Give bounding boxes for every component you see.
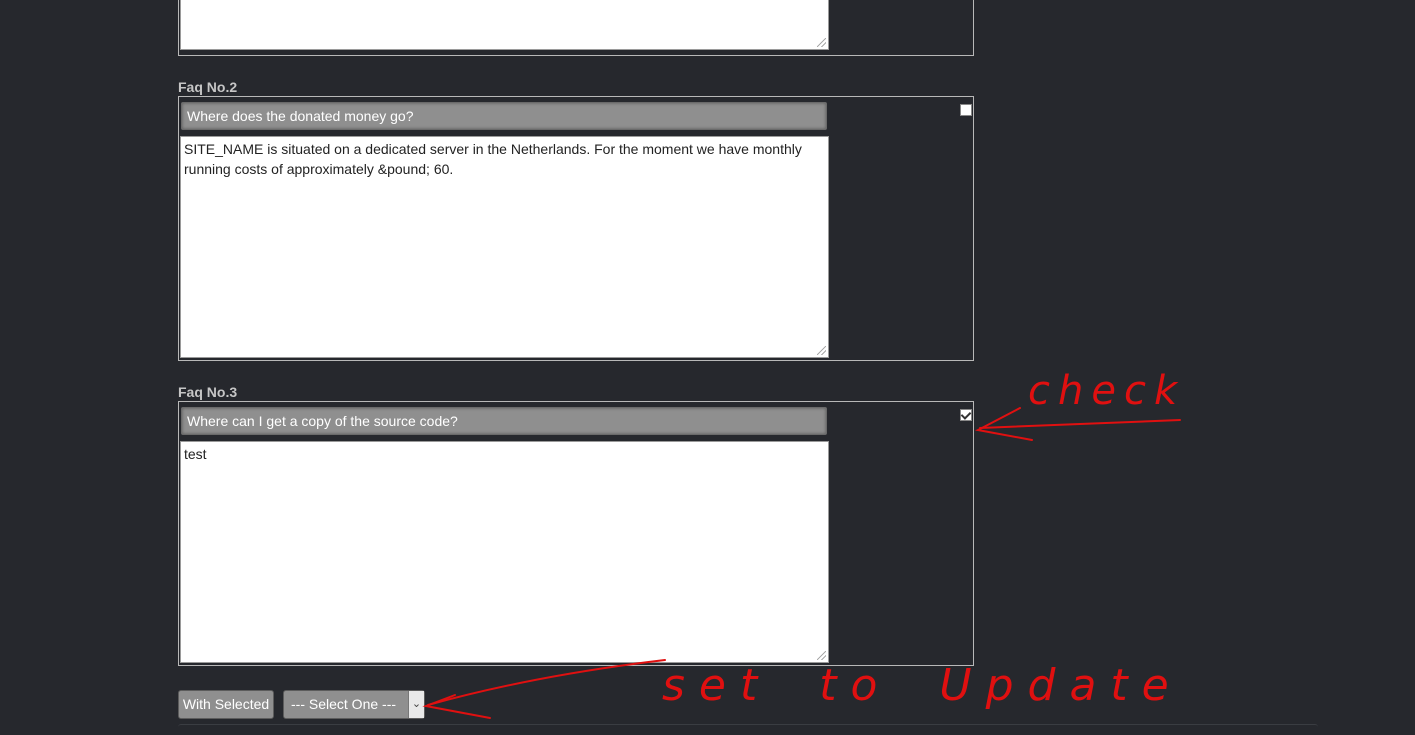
annotation-check: check xyxy=(1028,368,1186,414)
annotation-ink xyxy=(422,407,1181,719)
annotation-set-to-update: set to Update xyxy=(662,660,1183,711)
